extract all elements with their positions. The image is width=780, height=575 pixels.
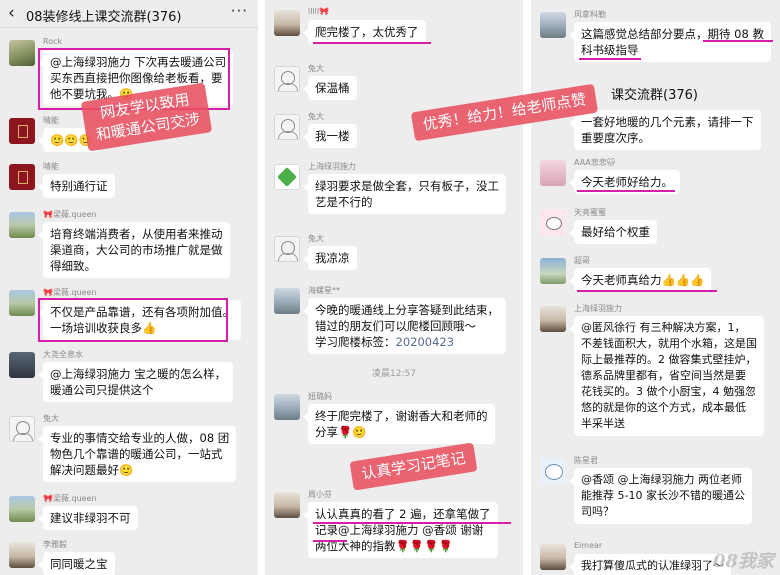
chat-title: 08装修线上课交流群(376) — [26, 10, 182, 25]
sender-name: 上海绿羽施力 — [574, 304, 622, 313]
sender-name: 兔大 — [308, 64, 324, 73]
message-bubble[interactable]: @上海绿羽施力 宝之暖的怎么样， 暖通公司只提供这个 — [37, 362, 234, 402]
sender-name: 🎀梁薇.queen — [43, 210, 97, 219]
avatar[interactable] — [9, 164, 35, 190]
sender-name: 李雅毅 — [43, 540, 67, 549]
sender-name: 晴能 — [43, 162, 59, 171]
watermark: 08我家 — [712, 551, 774, 572]
message-bubble[interactable]: 绿羽要求是做全套，只有板子，没工 艺是不行的 — [303, 174, 506, 214]
sender-name: 风拿科勒 — [574, 10, 606, 19]
back-chevron-icon[interactable]: ‹ — [8, 3, 15, 23]
message-bubble[interactable]: @匿风徐行 有三种解决方案，1， 不差钱面积大，就用个水箱，这是国 际上最推荐的… — [569, 316, 764, 436]
avatar[interactable] — [540, 12, 566, 38]
highlight-underline — [313, 540, 347, 542]
message-bubble[interactable]: 这篇感觉总结部分要点，期待 08 教 科书级指导 — [569, 22, 771, 62]
highlight-box — [38, 298, 228, 342]
chat-header: ‹ 08装修线上课交流群(376) ··· — [0, 0, 258, 28]
avatar[interactable] — [9, 118, 35, 144]
sender-name: 上海绿羽施力 — [308, 162, 356, 171]
avatar[interactable] — [274, 164, 300, 190]
sender-name: 兔大 — [308, 234, 324, 243]
message-bubble[interactable]: 一套好地暖的几个元素，请排一下 重要度次序。 — [569, 110, 761, 150]
sender-name: Rock — [43, 37, 63, 46]
message-bubble[interactable]: 特别通行证 — [38, 174, 115, 198]
avatar[interactable] — [9, 416, 35, 442]
message-bubble[interactable]: 最好给个权重 — [569, 220, 657, 244]
sender-name: 天亮蜜蜜 — [574, 208, 606, 217]
avatar[interactable] — [9, 290, 35, 316]
tag-link[interactable]: 20200423 — [396, 335, 455, 349]
highlight-underline — [577, 290, 717, 292]
avatar[interactable] — [9, 542, 35, 568]
message-bubble[interactable]: 今晚的暖通线上分享答疑到此结束， 错过的朋友们可以爬楼回顾哦～ 学习爬楼标签：2… — [303, 298, 506, 354]
avatar[interactable] — [274, 492, 300, 518]
sender-name: 海螺星** — [308, 286, 340, 295]
sender-name: Eimear — [574, 541, 603, 550]
avatar[interactable] — [274, 114, 300, 140]
sender-name: 周小芬 — [308, 490, 332, 499]
message-bubble[interactable]: 我打算傻瓜式的认准绿羽了～ — [569, 554, 731, 575]
avatar[interactable] — [274, 288, 300, 314]
sender-name: 兔大 — [43, 414, 59, 423]
message-bubble[interactable]: @香颂 @上海绿羽施力 两位老师 能推荐 5-10 家长沙不错的暖通公 司吗？ — [569, 468, 752, 524]
sender-name: 晴能 — [43, 116, 59, 125]
sender-name: 妞璐妈 — [308, 392, 332, 401]
time-divider: 凌晨12:57 — [372, 369, 416, 379]
message-bubble[interactable]: 建议非绿羽不可 — [38, 506, 138, 530]
chat-panel-right: 风拿科勒 这篇感觉总结部分要点，期待 08 教 科书级指导 课交流群(376) … — [531, 0, 780, 575]
message-bubble[interactable]: 爬完楼了，太优秀了 — [303, 20, 426, 44]
message-bubble[interactable]: 培育终端消费者，从使用者来推动 渠道商，大公司的市场推广就是做 得细致。 — [38, 222, 230, 278]
avatar[interactable] — [540, 210, 566, 236]
avatar[interactable] — [540, 258, 566, 284]
annotation-stamp: 认真学习记笔记 — [349, 442, 478, 491]
avatar[interactable] — [540, 306, 566, 332]
avatar[interactable] — [540, 458, 566, 484]
message-bubble[interactable]: 保温桶 — [303, 76, 357, 100]
message-bubble[interactable]: 今天老师真给力👍👍👍 — [568, 268, 712, 292]
sender-name: 陈星君 — [574, 456, 598, 465]
avatar[interactable] — [540, 544, 566, 570]
avatar[interactable] — [9, 40, 35, 66]
message-bubble[interactable]: 认认真真的看了 2 遍，还拿笔做了 记录@上海绿羽施力 @香颂 谢谢 两位大神的… — [303, 502, 498, 558]
sender-name: 大尧全息水 — [43, 350, 83, 359]
avatar[interactable] — [274, 236, 300, 262]
avatar[interactable] — [274, 10, 300, 36]
highlight-underline — [579, 58, 641, 60]
message-bubble[interactable]: 同同暖之宝 — [38, 552, 115, 575]
message-bubble[interactable]: 终于爬完楼了，谢谢香大和老师的 分享🌹🙂 — [303, 404, 495, 444]
avatar[interactable] — [9, 352, 35, 378]
avatar[interactable] — [9, 496, 35, 522]
avatar[interactable] — [274, 66, 300, 92]
sender-name: 超哥 — [574, 256, 590, 265]
avatar[interactable] — [540, 160, 566, 186]
avatar[interactable] — [274, 394, 300, 420]
message-bubble[interactable]: 我凉凉 — [303, 246, 357, 270]
more-options-icon[interactable]: ··· — [231, 2, 248, 20]
highlight-underline — [313, 522, 511, 524]
message-bubble[interactable]: 我一楼 — [303, 124, 357, 148]
sender-name: 🎀梁薇.queen — [43, 288, 97, 297]
message-bubble[interactable]: 专业的事情交给专业的人做，08 团 物色几个靠谱的暖通公司，一站式 解决问题最好… — [37, 426, 237, 482]
sender-name: 🎀梁薇.queen — [43, 494, 97, 503]
chat-panel-left: ‹ 08装修线上课交流群(376) ··· Rock @上海绿羽施力 下次再去暖… — [0, 0, 258, 575]
highlight-underline — [577, 190, 675, 192]
sender-name: AAA悲悲🐱 — [574, 158, 616, 167]
sender-name: lllll🎀 — [308, 7, 330, 16]
sender-name: 兔大 — [308, 112, 324, 121]
avatar[interactable] — [9, 212, 35, 238]
highlight-underline — [313, 42, 431, 44]
chat-panel-middle: lllll🎀 爬完楼了，太优秀了 兔大 保温桶 兔大 我一楼 上海绿羽施力 绿羽… — [265, 0, 523, 575]
highlight-underline — [703, 40, 773, 42]
